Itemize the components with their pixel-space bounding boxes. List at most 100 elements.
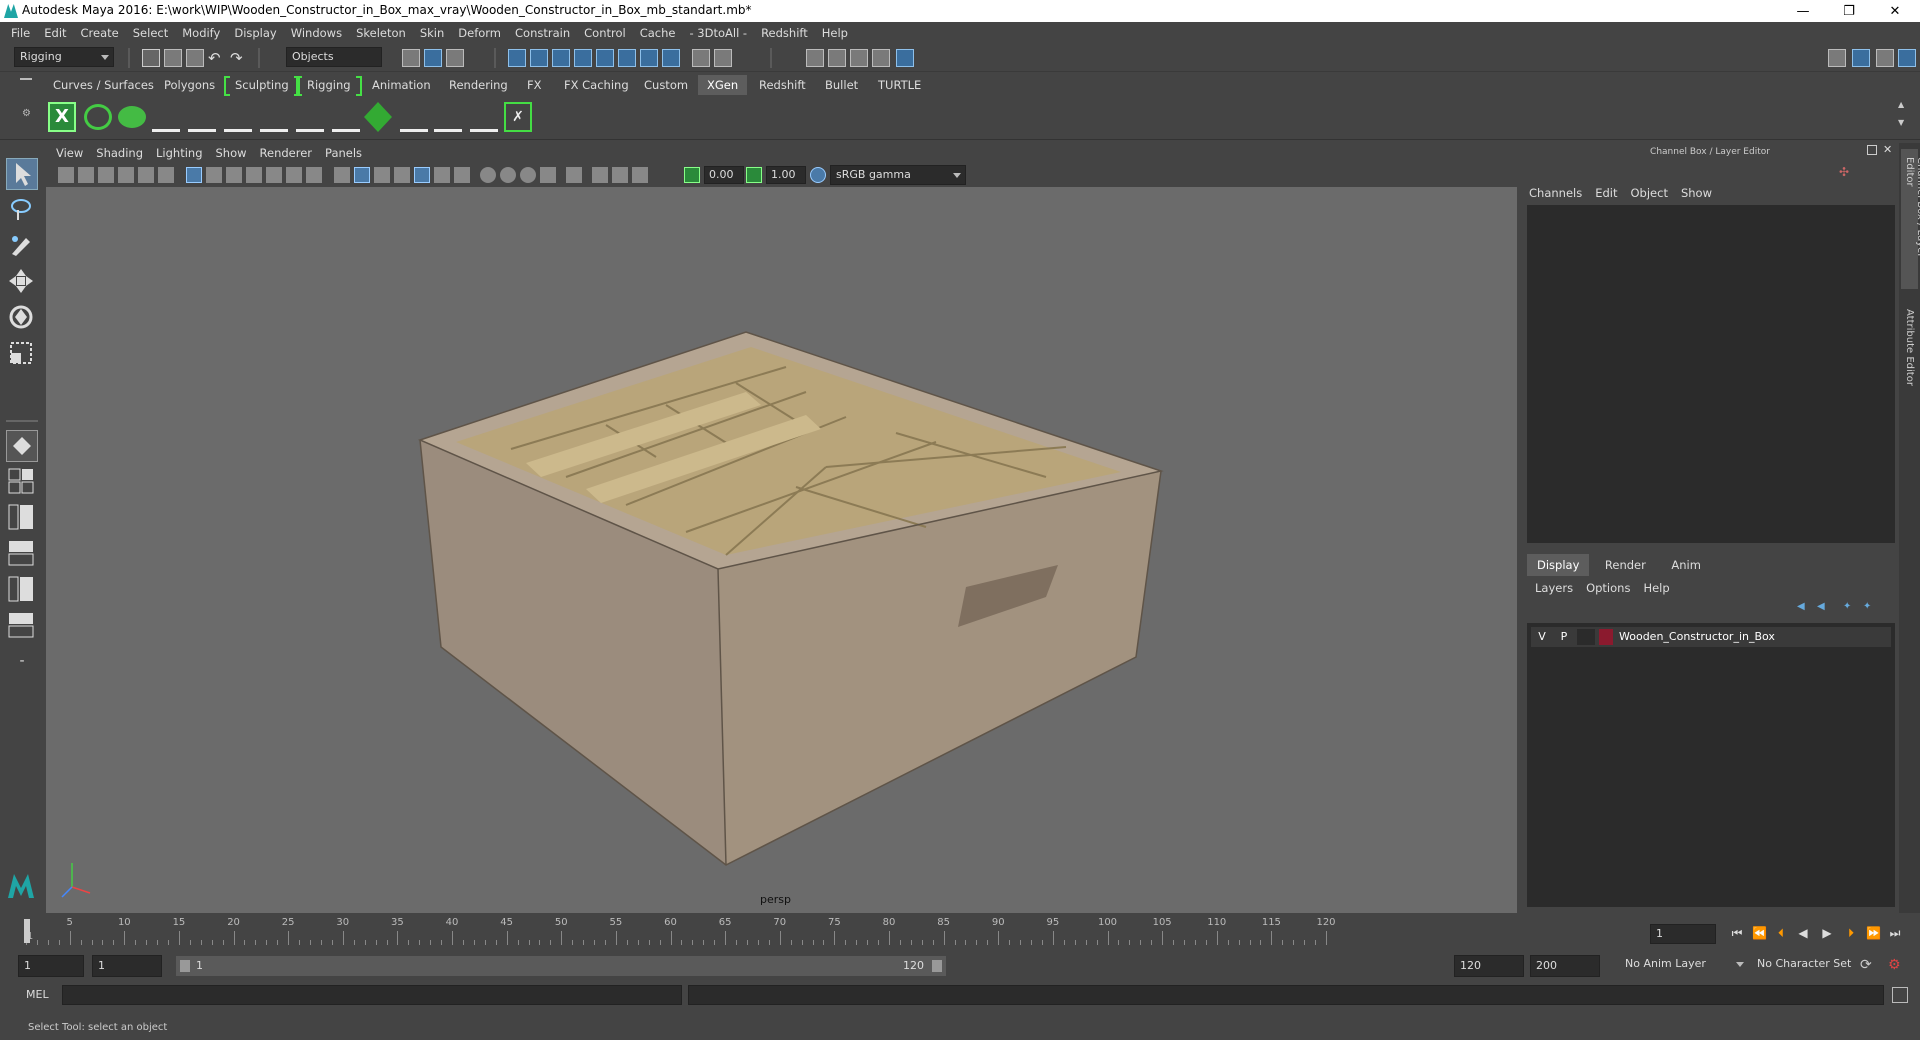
select-camera-icon[interactable] bbox=[58, 167, 74, 183]
render-settings-icon[interactable] bbox=[872, 49, 890, 67]
lock-primitive-icon[interactable] bbox=[296, 102, 324, 132]
playback-end-field[interactable]: 120 bbox=[1454, 955, 1524, 977]
menu-cache[interactable]: Cache bbox=[640, 26, 676, 40]
snap-to-curve-icon[interactable] bbox=[530, 49, 548, 67]
channels-menu[interactable]: Channels bbox=[1529, 186, 1582, 200]
playback-start-field[interactable]: 1 bbox=[92, 955, 162, 977]
construction-history-icon[interactable] bbox=[714, 49, 732, 67]
tab-rendering[interactable]: Rendering bbox=[440, 75, 517, 95]
rotate-tool-icon[interactable] bbox=[6, 302, 38, 334]
tab-turtle[interactable]: TURTLE bbox=[869, 75, 930, 95]
smooth-shade-icon[interactable] bbox=[354, 167, 370, 183]
bookmarks-icon[interactable] bbox=[98, 167, 114, 183]
ambient-occlusion-icon[interactable] bbox=[480, 167, 496, 183]
close-panel-icon[interactable]: ✕ bbox=[1883, 143, 1895, 156]
anti-aliasing-icon[interactable] bbox=[520, 167, 536, 183]
layer-playback-toggle[interactable]: P bbox=[1555, 629, 1573, 645]
backface-culling-icon[interactable] bbox=[632, 167, 648, 183]
menu-redshift[interactable]: Redshift bbox=[761, 26, 808, 40]
menu-file[interactable]: File bbox=[11, 26, 30, 40]
move-primitive-icon[interactable] bbox=[224, 102, 252, 132]
go-to-end-icon[interactable]: ⏭ bbox=[1888, 926, 1902, 940]
tab-display[interactable]: Display bbox=[1527, 554, 1590, 576]
2d-pan-zoom-icon[interactable] bbox=[138, 167, 154, 183]
options-menu[interactable]: Options bbox=[1586, 581, 1630, 595]
sculpt-guides-icon[interactable] bbox=[470, 102, 498, 132]
restore-button[interactable]: ❐ bbox=[1826, 0, 1872, 22]
layer-visibility-toggle[interactable]: V bbox=[1533, 629, 1551, 645]
layers-menu[interactable]: Layers bbox=[1535, 581, 1573, 595]
menu-skin[interactable]: Skin bbox=[420, 26, 444, 40]
use-all-lights-icon[interactable] bbox=[434, 167, 450, 183]
four-view-layout-icon[interactable] bbox=[6, 466, 38, 498]
grid-icon[interactable] bbox=[186, 167, 202, 183]
lasso-tool-icon[interactable] bbox=[6, 194, 38, 226]
move-layer-up-icon[interactable]: ◀ bbox=[1797, 601, 1811, 613]
viewport-menu-lighting[interactable]: Lighting bbox=[156, 146, 202, 160]
viewport-menu-shading[interactable]: Shading bbox=[96, 146, 143, 160]
open-scene-icon[interactable] bbox=[164, 49, 182, 67]
shelf-menu-icon[interactable] bbox=[20, 78, 32, 90]
shadows-icon[interactable] bbox=[454, 167, 470, 183]
script-editor-icon[interactable] bbox=[1892, 987, 1908, 1003]
tab-anim[interactable]: Anim bbox=[1661, 554, 1711, 576]
layer-type-toggle[interactable] bbox=[1577, 629, 1595, 645]
create-empty-layer-icon[interactable]: ✦ bbox=[1843, 601, 1857, 613]
toggle-channel-box-icon[interactable] bbox=[1898, 49, 1916, 67]
play-forwards-icon[interactable]: ▶ bbox=[1820, 926, 1834, 940]
menu-create[interactable]: Create bbox=[81, 26, 119, 40]
shelf-options-icon[interactable]: ⚙ bbox=[22, 108, 40, 126]
menu-constrain[interactable]: Constrain bbox=[515, 26, 570, 40]
snap-to-view-plane-icon[interactable] bbox=[574, 49, 592, 67]
anim-layer-dropdown[interactable]: No Anim Layer bbox=[1620, 955, 1748, 977]
select-primitive-icon[interactable] bbox=[260, 102, 288, 132]
tab-render[interactable]: Render bbox=[1595, 554, 1656, 576]
tab-xgen[interactable]: XGen bbox=[698, 75, 748, 95]
step-back-key-icon[interactable]: ⏴ bbox=[1774, 926, 1788, 940]
workspace-icon[interactable] bbox=[1828, 49, 1846, 67]
xgen-editor-icon[interactable]: X bbox=[48, 102, 76, 132]
step-back-frame-icon[interactable]: ⏪ bbox=[1752, 926, 1767, 940]
gate-mask-icon[interactable] bbox=[246, 167, 262, 183]
menu-modify[interactable]: Modify bbox=[182, 26, 220, 40]
motion-blur-icon[interactable] bbox=[500, 167, 516, 183]
viewport-menu-renderer[interactable]: Renderer bbox=[260, 146, 313, 160]
menuset-dropdown[interactable]: Rigging bbox=[14, 47, 114, 67]
groom-icon[interactable] bbox=[400, 102, 428, 132]
tab-bullet[interactable]: Bullet bbox=[816, 75, 867, 95]
gamma-field[interactable]: 1.00 bbox=[766, 166, 806, 184]
select-by-object-icon[interactable] bbox=[424, 49, 442, 67]
menu-skeleton[interactable]: Skeleton bbox=[356, 26, 406, 40]
animation-start-field[interactable]: 1 bbox=[18, 955, 84, 977]
paint-select-tool-icon[interactable] bbox=[6, 230, 38, 262]
snap-to-edge-icon[interactable] bbox=[618, 49, 636, 67]
isolate-select-icon[interactable] bbox=[566, 167, 582, 183]
field-chart-icon[interactable] bbox=[266, 167, 282, 183]
play-backwards-icon[interactable]: ◀ bbox=[1796, 926, 1810, 940]
viewport-menu-view[interactable]: View bbox=[56, 146, 83, 160]
shelf-scroll-down-icon[interactable]: ▼ bbox=[1898, 118, 1916, 136]
render-current-frame-icon[interactable] bbox=[828, 49, 846, 67]
manipulator-icon[interactable]: ✣ bbox=[1839, 165, 1853, 179]
xray-icon[interactable] bbox=[394, 167, 410, 183]
ipr-render-icon[interactable] bbox=[850, 49, 868, 67]
tab-polygons[interactable]: Polygons bbox=[155, 75, 224, 95]
toggle-modeling-toolkit-icon[interactable] bbox=[1852, 49, 1870, 67]
move-tool-icon[interactable] bbox=[6, 266, 38, 298]
current-time-marker[interactable] bbox=[24, 919, 30, 943]
range-end-handle[interactable] bbox=[932, 960, 942, 972]
exposure-icon[interactable] bbox=[684, 167, 700, 183]
animation-end-field[interactable]: 200 bbox=[1530, 955, 1600, 977]
script-language-toggle[interactable]: MEL bbox=[26, 988, 49, 1001]
timeline-track[interactable]: 1 5 10 15 20 25 30 35 40 45 50 55 60 65 70 75 80 85 90 95 10… bbox=[22, 915, 1642, 945]
command-input[interactable] bbox=[62, 985, 682, 1005]
lock-icon[interactable] bbox=[692, 49, 710, 67]
snap-to-point-icon[interactable] bbox=[552, 49, 570, 67]
float-panel-icon[interactable] bbox=[1867, 145, 1877, 155]
close-button[interactable]: ✕ bbox=[1872, 0, 1918, 22]
save-scene-icon[interactable] bbox=[186, 49, 204, 67]
menu-edit[interactable]: Edit bbox=[44, 26, 66, 40]
viewport-menu-show[interactable]: Show bbox=[216, 146, 247, 160]
create-layer-from-selected-icon[interactable]: ✦ bbox=[1863, 601, 1877, 613]
grease-pencil-icon[interactable] bbox=[158, 167, 174, 183]
